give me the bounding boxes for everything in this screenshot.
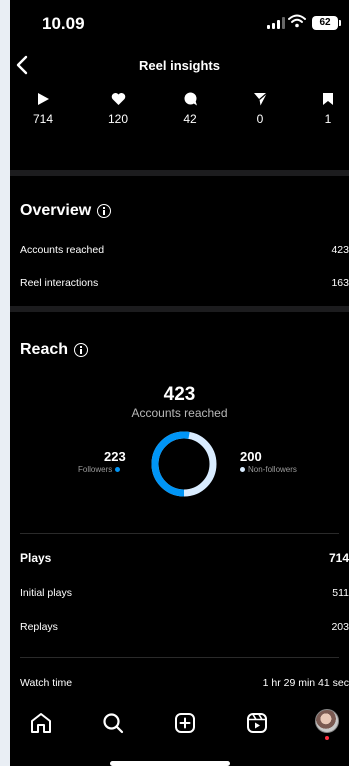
section-divider — [10, 170, 349, 176]
comments-stat: 42 — [160, 92, 220, 126]
reel-interactions-value: 163 — [331, 277, 349, 289]
search-icon[interactable] — [100, 710, 126, 736]
status-bar: 10.09 62 — [10, 0, 349, 46]
likes-stat: 120 — [88, 92, 148, 126]
plays-stat: 714 — [13, 92, 73, 126]
home-icon[interactable] — [28, 710, 54, 736]
info-icon[interactable] — [74, 343, 89, 357]
saves-stat: 1 — [298, 92, 349, 126]
bookmark-icon — [323, 93, 333, 105]
shares-count: 0 — [256, 112, 264, 126]
bottom-tab-bar — [10, 700, 349, 746]
nonfollowers-label: Non-followers — [248, 465, 297, 474]
reach-total: 423 — [163, 384, 196, 405]
nav-bar: Reel insights — [10, 46, 349, 86]
create-icon[interactable] — [172, 710, 198, 736]
plays-title: Plays — [20, 551, 52, 565]
comment-icon — [184, 92, 197, 106]
nonfollowers-legend: Non-followers — [240, 465, 297, 474]
accounts-reached-value: 423 — [331, 244, 349, 256]
reach-title: Reach — [20, 341, 69, 358]
followers-label: Followers — [78, 465, 113, 474]
reels-icon[interactable] — [244, 710, 270, 736]
shares-stat: 0 — [230, 92, 290, 126]
reel-stats-row: 714 120 42 0 1 — [10, 92, 349, 134]
section-divider — [10, 306, 349, 312]
info-icon[interactable] — [97, 204, 112, 218]
reel-interactions-row[interactable]: Reel interactions 163 — [20, 277, 349, 289]
watch-time-label: Watch time — [20, 677, 73, 689]
reach-donut-chart — [151, 431, 217, 497]
signal-icon — [267, 17, 285, 29]
share-icon — [253, 92, 267, 106]
nonfollowers-dot — [240, 467, 245, 472]
plays-count: 714 — [32, 112, 54, 126]
heart-icon — [111, 93, 125, 105]
status-time: 10.09 — [42, 14, 85, 33]
profile-avatar[interactable] — [315, 709, 339, 733]
accounts-reached-label: Accounts reached — [20, 244, 105, 256]
likes-count: 120 — [107, 112, 129, 126]
plays-row[interactable]: Plays 714 — [20, 551, 349, 565]
row-divider — [20, 533, 339, 534]
followers-legend: Followers — [78, 465, 121, 474]
overview-header: Overview — [20, 202, 112, 220]
reach-total-label: Accounts reached — [131, 406, 228, 420]
reel-interactions-label: Reel interactions — [20, 277, 99, 289]
battery-icon: 62 — [312, 16, 341, 30]
followers-count: 223 — [104, 449, 126, 464]
plays-total: 714 — [328, 551, 349, 565]
wifi-icon — [288, 14, 306, 28]
notification-dot — [325, 736, 329, 740]
overview-title: Overview — [20, 202, 92, 219]
replays-value: 203 — [331, 621, 349, 633]
play-icon — [38, 93, 49, 105]
initial-plays-row[interactable]: Initial plays 511 — [20, 587, 349, 599]
reach-header: Reach — [20, 341, 89, 359]
replays-row[interactable]: Replays 203 — [20, 621, 349, 633]
accounts-reached-row[interactable]: Accounts reached 423 — [20, 244, 349, 256]
phone-screen: 10.09 62 Reel insights 714 120 42 0 1 Ov… — [10, 0, 349, 766]
watch-time-row[interactable]: Watch time 1 hr 29 min 41 sec — [20, 677, 349, 689]
followers-dot — [115, 467, 121, 472]
initial-plays-label: Initial plays — [20, 587, 72, 599]
watch-time-value: 1 hr 29 min 41 sec — [262, 677, 349, 689]
nonfollowers-count: 200 — [240, 449, 262, 464]
row-divider — [20, 657, 339, 658]
page-title: Reel insights — [139, 58, 220, 73]
saves-count: 1 — [324, 112, 332, 126]
replays-label: Replays — [20, 621, 58, 633]
comments-count: 42 — [183, 112, 197, 126]
initial-plays-value: 511 — [332, 587, 349, 599]
home-indicator — [110, 761, 230, 766]
